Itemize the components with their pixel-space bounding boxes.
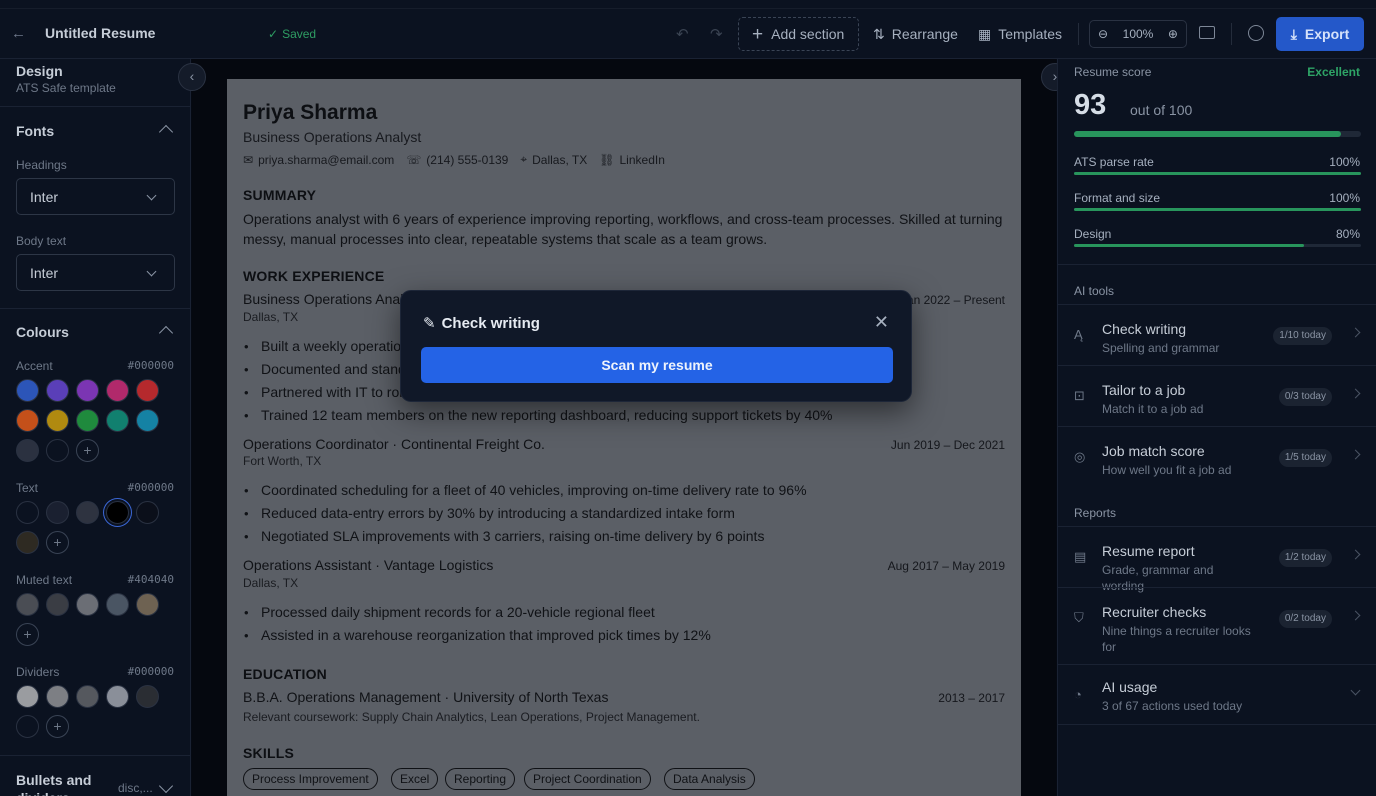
dialog-title-row: ✎ Check writing	[423, 314, 540, 333]
check-writing-dialog: ✎ Check writing ✕ Scan my resume	[400, 290, 912, 402]
spell-check-icon: ✎	[423, 315, 436, 332]
dialog-title: Check writing	[441, 314, 540, 332]
close-icon[interactable]: ✕	[874, 313, 889, 331]
scan-resume-button[interactable]: Scan my resume	[421, 347, 893, 383]
